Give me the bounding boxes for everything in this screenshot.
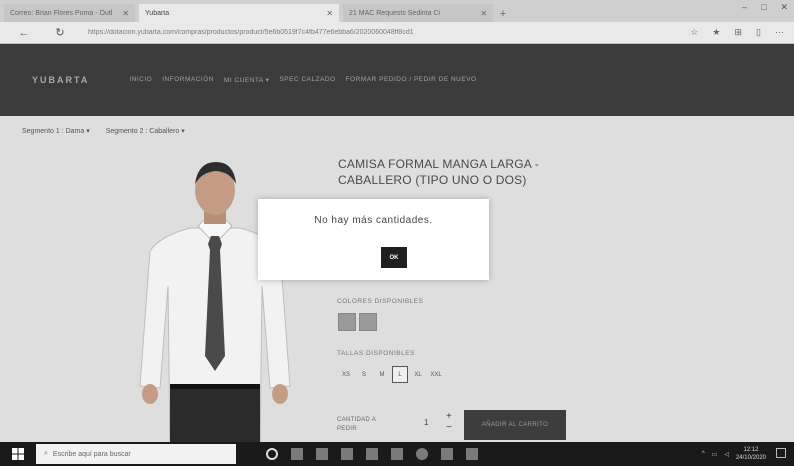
add-to-cart-button[interactable]: AÑADIR AL CARRITO	[464, 410, 566, 440]
search-icon: ⌕	[44, 450, 48, 457]
size-option-xl[interactable]: XL	[410, 366, 426, 383]
quantity-increase-button[interactable]: +	[446, 412, 452, 422]
tray-chevron-icon[interactable]: ^	[702, 451, 705, 457]
clock[interactable]: 12:12 24/10/2020	[736, 446, 766, 462]
word-icon[interactable]	[466, 448, 478, 460]
network-icon[interactable]: ▭	[712, 451, 718, 458]
store-icon[interactable]	[366, 448, 378, 460]
notification-icon[interactable]	[776, 448, 786, 458]
address-bar: ← ↻ https://dotacion.yubarta.com/compras…	[0, 22, 794, 44]
size-option-l[interactable]: L	[392, 366, 408, 383]
collections-icon[interactable]: ⊞	[735, 27, 743, 38]
tab-outlook[interactable]: Correo: Brian Flores Poma - Outl ✕	[4, 4, 136, 22]
size-option-xs[interactable]: XS	[338, 366, 354, 383]
size-option-xxl[interactable]: XXL	[428, 366, 444, 383]
window-controls: – □ ✕	[742, 2, 788, 13]
quantity-label: CANTIDAD A PEDIR	[337, 417, 376, 432]
site-header: YUBARTA INICIO INFORMACIÓN MI CUENTA ▾ S…	[0, 44, 794, 116]
browser-tab-bar: Correo: Brian Flores Poma - Outl ✕ Yubar…	[0, 0, 794, 22]
excel-icon[interactable]	[441, 448, 453, 460]
taskbar-search-input[interactable]: ⌕ Escribe aquí para buscar	[36, 444, 236, 464]
close-tab-icon[interactable]: ✕	[122, 9, 129, 18]
url-field[interactable]: https://dotacion.yubarta.com/compras/pro…	[88, 29, 608, 36]
menu-item-inicio[interactable]: INICIO	[129, 76, 152, 84]
close-window-button[interactable]: ✕	[780, 2, 788, 13]
product-title: CAMISA FORMAL MANGA LARGA - CABALLERO (T…	[338, 157, 539, 187]
segment-dama-dropdown[interactable]: Segmento 1 : Dama ▾	[22, 127, 90, 135]
color-swatch[interactable]	[359, 313, 377, 331]
file-explorer-icon[interactable]	[391, 448, 403, 460]
taskbar: ⌕ Escribe aquí para buscar ^ ▭ ◁ 12:12 2…	[0, 442, 794, 466]
alert-message: No hay más cantidades.	[314, 215, 433, 226]
edge-icon[interactable]	[316, 448, 328, 460]
menu-item-informacion[interactable]: INFORMACIÓN	[162, 76, 214, 84]
back-arrow-icon[interactable]: ←	[14, 27, 34, 39]
tab-label: Yubarta	[145, 9, 170, 17]
chrome-icon[interactable]	[416, 448, 428, 460]
color-swatch[interactable]	[338, 313, 356, 331]
maximize-button[interactable]: □	[761, 2, 766, 13]
clock-time: 12:12	[743, 447, 759, 453]
menu-item-mi-cuenta[interactable]: MI CUENTA ▾	[224, 76, 269, 84]
clock-date: 24/10/2020	[735, 455, 766, 461]
segment-selectors: Segmento 1 : Dama ▾ Segmento 2 : Caballe…	[22, 127, 185, 135]
size-options: XS S M L XL XXL	[338, 366, 444, 383]
tab-label: Correo: Brian Flores Poma - Outl	[10, 9, 113, 17]
profile-icon[interactable]: ▯	[756, 27, 761, 38]
menu-item-formar-pedido[interactable]: FORMAR PEDIDO / PEDIR DE NUEVO	[346, 76, 477, 84]
menu-item-spec-calzado[interactable]: SPEC CALZADO	[279, 76, 335, 84]
colors-label: COLORES DISPONIBLES	[337, 298, 424, 305]
tab-label: 21 MAC Requests Sedinta Ci	[349, 9, 441, 17]
windows-start-icon[interactable]	[0, 442, 36, 466]
new-tab-icon[interactable]: +	[495, 6, 511, 22]
close-tab-icon[interactable]: ✕	[480, 9, 487, 18]
cortana-icon[interactable]	[266, 448, 278, 460]
task-view-icon[interactable]	[291, 448, 303, 460]
search-placeholder: Escribe aquí para buscar	[52, 450, 131, 458]
minimize-button[interactable]: –	[742, 2, 747, 13]
more-menu-icon[interactable]: ⋯	[775, 27, 784, 38]
size-option-m[interactable]: M	[374, 366, 390, 383]
reading-view-icon[interactable]: ☆	[690, 27, 698, 38]
ok-button[interactable]: OK	[381, 247, 407, 268]
size-option-s[interactable]: S	[356, 366, 372, 383]
system-tray: ^ ▭ ◁ 12:12 24/10/2020	[702, 446, 766, 462]
quantity-value[interactable]: 1	[424, 418, 428, 427]
alert-dialog: No hay más cantidades. OK	[258, 199, 489, 280]
close-tab-icon[interactable]: ✕	[326, 9, 333, 18]
quantity-decrease-button[interactable]: −	[446, 423, 452, 433]
site-logo[interactable]: YUBARTA	[32, 75, 89, 85]
tab-yubarta[interactable]: Yubarta ✕	[139, 4, 340, 22]
mail-icon[interactable]	[341, 448, 353, 460]
taskbar-apps	[266, 448, 478, 460]
main-menu: INICIO INFORMACIÓN MI CUENTA ▾ SPEC CALZ…	[129, 76, 476, 84]
volume-icon[interactable]: ◁	[724, 451, 729, 458]
browser-toolbar-icons: ☆ ★ ⊞ ▯ ⋯	[690, 27, 784, 38]
color-swatches	[338, 313, 377, 331]
segment-caballero-dropdown[interactable]: Segmento 2 : Caballero ▾	[106, 127, 185, 135]
refresh-icon[interactable]: ↻	[50, 26, 70, 39]
sizes-label: TALLAS DISPONIBLES	[337, 350, 415, 357]
favorites-icon[interactable]: ★	[712, 27, 720, 38]
tab-mac-requests[interactable]: 21 MAC Requests Sedinta Ci ✕	[343, 4, 494, 22]
